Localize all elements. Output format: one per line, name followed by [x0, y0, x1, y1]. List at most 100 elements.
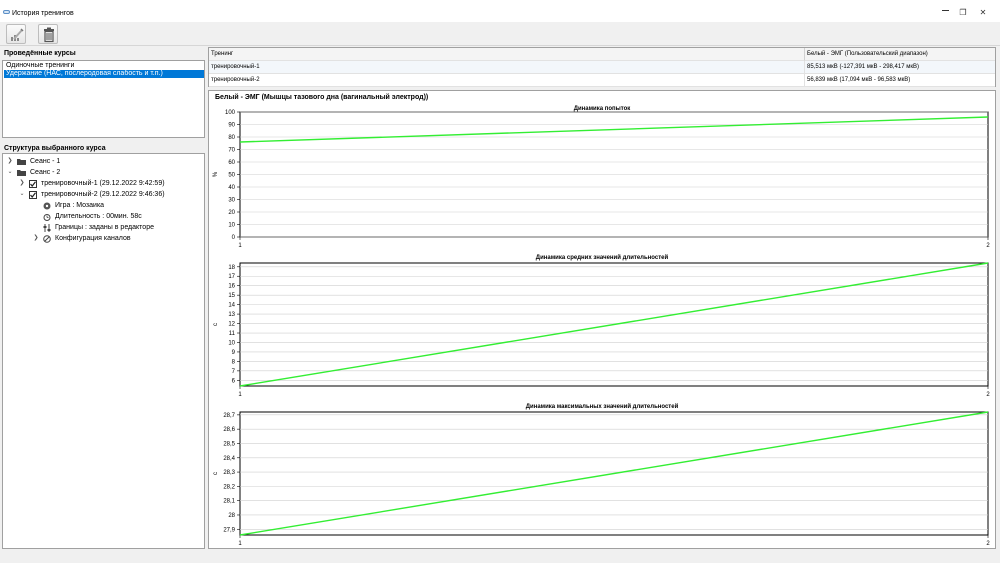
tree-item-bounds[interactable]: Границы : заданы в редакторе — [3, 222, 203, 233]
toolbar — [0, 22, 1000, 46]
folder-icon — [17, 159, 26, 165]
grid-header-emg[interactable]: Белый - ЭМГ (Пользовательский диапазон) — [805, 48, 995, 61]
y-tick-label: 20 — [228, 210, 235, 216]
x-tick-label: 2 — [986, 243, 990, 249]
y-tick-label: 100 — [225, 110, 236, 116]
x-tick-label: 1 — [238, 243, 242, 249]
table-row-training-1-name[interactable]: тренировочный-1 — [209, 61, 805, 74]
y-tick-label: 13 — [228, 312, 235, 318]
y-tick-label: 28,4 — [223, 456, 235, 462]
tree-item-label: Длительность : 00мин. 58с — [55, 213, 142, 220]
y-tick-label: 11 — [229, 331, 236, 337]
list-item-retention-course[interactable]: Удержание (НАС, послеродовая слабость и … — [4, 70, 204, 78]
courses-list[interactable]: Одиночные тренинги Удержание (НАС, после… — [2, 60, 205, 138]
tree-item-duration[interactable]: Длительность : 00мин. 58с — [3, 211, 203, 222]
folder-icon — [17, 170, 26, 176]
close-button[interactable]: ✕ — [977, 8, 989, 18]
y-tick-label: 70 — [228, 148, 235, 154]
table-row-training-1-value[interactable]: 85,513 мкВ (-127,391 мкВ - 298,417 мкВ) — [805, 61, 995, 74]
y-tick-label: 12 — [228, 322, 235, 328]
y-tick-label: 28 — [228, 513, 235, 519]
y-tick-label: 8 — [232, 359, 236, 365]
y-tick-label: 7 — [232, 369, 236, 375]
attempts-chart: 0 10 20 30 40 50 60 70 80 90 100 1 2% — [213, 110, 990, 249]
y-tick-label: 50 — [228, 173, 235, 179]
y-tick-label: 30 — [228, 198, 235, 204]
tree-item-training-1[interactable]: ❯ тренировочный-1 (29.12.2022 9:42:59) — [3, 178, 203, 189]
y-tick-label: 16 — [228, 284, 235, 290]
y-tick-label: 6 — [232, 378, 236, 384]
title-bar: История тренингов ❐ ✕ — [0, 0, 1000, 22]
tree-item-label: Сеанс - 1 — [30, 158, 61, 165]
max-durations-chart: 27,9 28 28,1 28,2 28,3 28,4 28,5 28,6 28,7 1 2 с — [213, 411, 990, 547]
results-grid[interactable]: Тренинг Белый - ЭМГ (Пользовательский ди… — [208, 47, 996, 87]
y-tick-label: 28,2 — [223, 484, 235, 490]
tree-item-label: Игра : Мозаика — [55, 202, 105, 209]
table-row-training-2-value[interactable]: 56,839 мкВ (17,094 мкВ - 96,583 мкВ) — [805, 74, 995, 87]
list-item-single-trainings[interactable]: Одиночные тренинги — [4, 62, 74, 70]
delete-button[interactable] — [38, 24, 58, 44]
checkbox-icon[interactable] — [29, 180, 37, 188]
edit-report-button[interactable] — [6, 24, 26, 44]
average-durations-chart: 67891011121314151617181 2с — [213, 262, 990, 398]
x-tick-label: 1 — [238, 541, 242, 547]
courses-header: Проведённые курсы — [4, 50, 76, 57]
y-tick-label: 0 — [232, 235, 236, 241]
gamepad-icon — [43, 202, 51, 210]
tree-item-label: тренировочный-2 (29.12.2022 9:46:36) — [41, 191, 165, 198]
app-icon — [3, 10, 10, 14]
y-tick-label: 28,1 — [223, 499, 235, 505]
minimize-icon — [941, 10, 949, 12]
pencil-chart-icon — [11, 28, 24, 41]
tree-item-session-2[interactable]: ⌄ Сеанс - 2 — [3, 167, 203, 178]
window-title: История тренингов — [12, 10, 74, 17]
chevron-right-icon[interactable]: ❯ — [33, 233, 39, 244]
minimize-button[interactable] — [939, 6, 951, 16]
chevron-right-icon[interactable]: ❯ — [7, 156, 13, 167]
checkbox-icon[interactable] — [29, 191, 37, 199]
tree-item-label: Границы : заданы в редакторе — [55, 224, 154, 231]
tree-item-label: Конфигурация каналов — [55, 235, 131, 242]
tree-item-label: Сеанс - 2 — [30, 169, 61, 176]
y-tick-label: 10 — [228, 340, 235, 346]
y-tick-label: 40 — [228, 185, 235, 191]
y-tick-label: 14 — [228, 303, 235, 309]
y-tick-label: 28,3 — [223, 470, 235, 476]
x-tick-label: 2 — [986, 541, 990, 547]
chevron-down-icon[interactable]: ⌄ — [19, 189, 25, 200]
sliders-icon — [43, 224, 51, 232]
chevron-down-icon[interactable]: ⌄ — [7, 167, 13, 178]
y-tick-label: 18 — [228, 265, 235, 271]
y-tick-label: 9 — [232, 350, 236, 356]
structure-tree[interactable]: ❯ Сеанс - 1 ⌄ Сеанс - 2 ❯ тренировочный-… — [2, 153, 205, 549]
y-tick-label: 60 — [228, 160, 235, 166]
y-tick-label: 28,5 — [223, 441, 235, 447]
y-axis-label: % — [213, 171, 219, 177]
restore-button[interactable]: ❐ — [957, 8, 969, 18]
y-axis-label: с — [213, 472, 219, 475]
y-tick-label: 28,7 — [223, 413, 235, 419]
tree-item-label: тренировочный-1 (29.12.2022 9:42:59) — [41, 180, 165, 187]
table-row-training-2-name[interactable]: тренировочный-2 — [209, 74, 805, 87]
chevron-right-icon[interactable]: ❯ — [19, 178, 25, 189]
channels-icon — [43, 235, 51, 243]
y-tick-label: 15 — [228, 293, 235, 299]
tree-item-session-1[interactable]: ❯ Сеанс - 1 — [3, 156, 203, 167]
y-tick-label: 28,6 — [223, 427, 235, 433]
y-tick-label: 27,9 — [223, 527, 235, 533]
tree-item-game[interactable]: Игра : Мозаика — [3, 200, 203, 211]
tree-item-training-2[interactable]: ⌄ тренировочный-2 (29.12.2022 9:46:36) — [3, 189, 203, 200]
y-axis-label: с — [213, 323, 219, 326]
x-tick-label: 1 — [238, 392, 242, 398]
trash-icon — [44, 27, 54, 43]
structure-header: Структура выбранного курса — [4, 145, 106, 152]
y-tick-label: 10 — [228, 223, 235, 229]
tree-item-channel-config[interactable]: ❯ Конфигурация каналов — [3, 233, 203, 244]
alarm-clock-icon — [43, 214, 51, 221]
charts-title: Белый - ЭМГ (Мышцы тазового дна (вагинал… — [215, 94, 429, 101]
x-tick-label: 2 — [986, 392, 990, 398]
y-tick-label: 90 — [228, 123, 235, 129]
y-tick-label: 80 — [228, 135, 235, 141]
grid-header-training[interactable]: Тренинг — [209, 48, 805, 61]
y-tick-label: 17 — [228, 274, 235, 280]
